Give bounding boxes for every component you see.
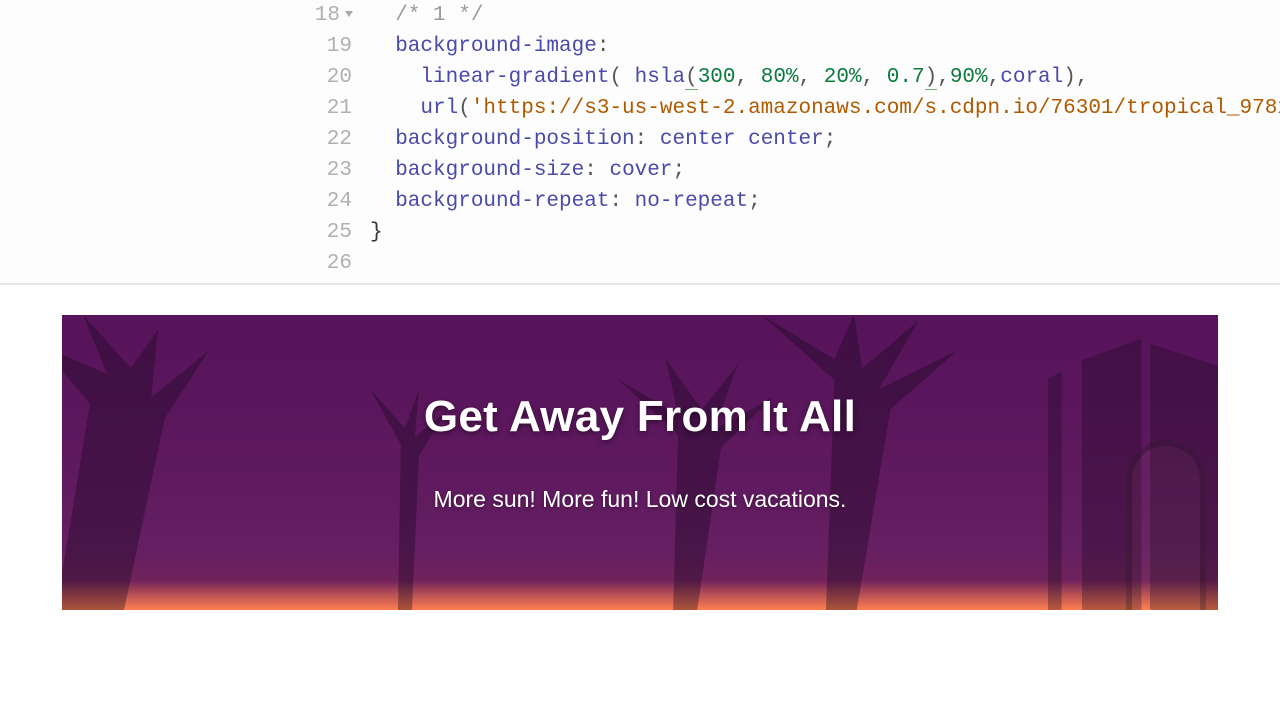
code-content[interactable]: background-repeat: no-repeat;: [370, 186, 1280, 217]
code-content[interactable]: background-position: center center;: [370, 124, 1280, 155]
code-line[interactable]: 18 /* 1 */: [0, 0, 1280, 31]
code-content[interactable]: linear-gradient( hsla(300, 80%, 20%, 0.7…: [370, 62, 1280, 93]
code-content[interactable]: background-size: cover;: [370, 155, 1280, 186]
preview-pane: Get Away From It All More sun! More fun!…: [0, 285, 1280, 720]
line-number: 20: [0, 62, 370, 93]
line-number: 21: [0, 93, 370, 124]
hero-subtitle: More sun! More fun! Low cost vacations.: [434, 486, 847, 513]
code-editor[interactable]: 18 /* 1 */19 background-image:20 linear-…: [0, 0, 1280, 283]
line-number: 23: [0, 155, 370, 186]
code-line[interactable]: 22 background-position: center center;: [0, 124, 1280, 155]
line-number: 25: [0, 217, 370, 248]
code-line[interactable]: 20 linear-gradient( hsla(300, 80%, 20%, …: [0, 62, 1280, 93]
code-line[interactable]: 24 background-repeat: no-repeat;: [0, 186, 1280, 217]
code-content[interactable]: background-image:: [370, 31, 1280, 62]
code-content[interactable]: url('https://s3-us-west-2.amazonaws.com/…: [370, 93, 1280, 124]
code-content[interactable]: [370, 248, 1280, 279]
hero-banner: Get Away From It All More sun! More fun!…: [62, 315, 1218, 610]
code-line[interactable]: 19 background-image:: [0, 31, 1280, 62]
line-number: 24: [0, 186, 370, 217]
hero-title: Get Away From It All: [424, 392, 856, 442]
code-line[interactable]: 23 background-size: cover;: [0, 155, 1280, 186]
code-content[interactable]: /* 1 */: [370, 0, 1280, 31]
code-line[interactable]: 26: [0, 248, 1280, 279]
line-number: 26: [0, 248, 370, 279]
code-line[interactable]: 25}: [0, 217, 1280, 248]
hero-silhouettes: [62, 315, 1218, 610]
code-line[interactable]: 21 url('https://s3-us-west-2.amazonaws.c…: [0, 93, 1280, 124]
line-number: 19: [0, 31, 370, 62]
fold-icon[interactable]: [345, 11, 353, 17]
line-number: 22: [0, 124, 370, 155]
code-content[interactable]: }: [370, 217, 1280, 248]
line-number: 18: [0, 0, 370, 31]
